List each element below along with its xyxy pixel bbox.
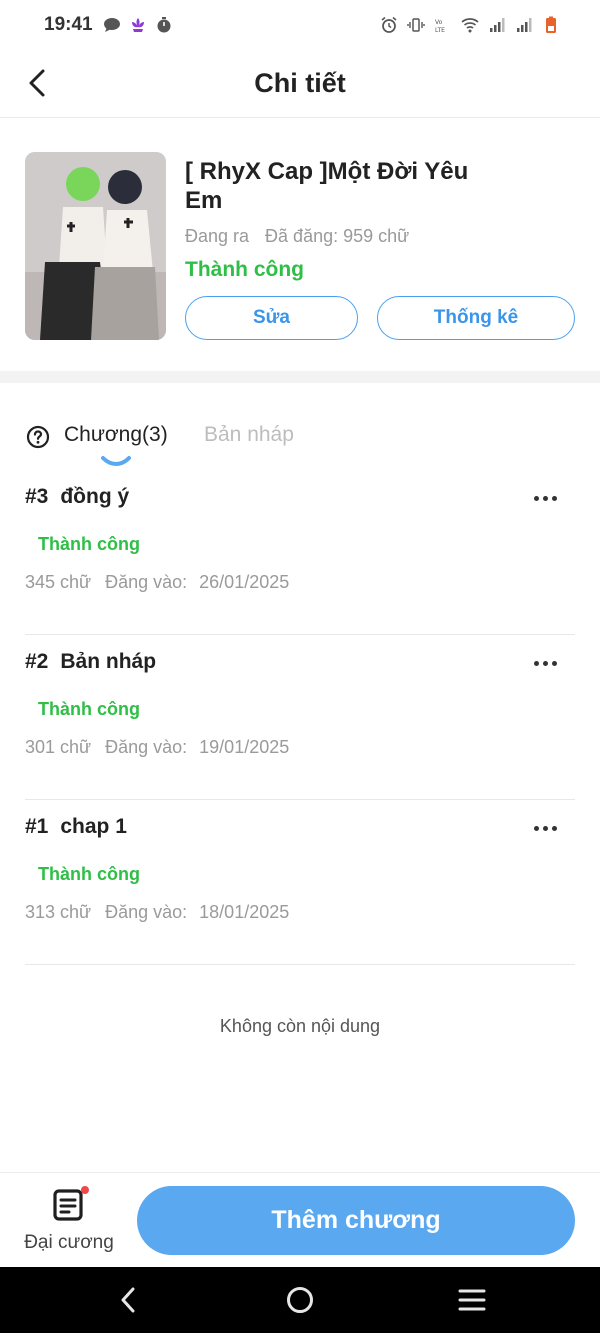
add-chapter-button[interactable]: Thêm chương xyxy=(137,1186,575,1255)
nav-home-icon xyxy=(287,1287,313,1313)
stats-button[interactable]: Thống kê xyxy=(377,296,575,340)
outline-label: Đại cương xyxy=(24,1232,114,1253)
cover-image xyxy=(25,152,166,340)
posted-label: Đăng vào: xyxy=(105,572,188,592)
end-of-list-text: Không còn nội dung xyxy=(219,1016,381,1036)
lotus-icon xyxy=(131,18,144,32)
app-header: Chi tiết xyxy=(0,50,600,118)
signal-icon xyxy=(490,18,505,32)
chapter-number: #3 xyxy=(25,485,49,508)
dot-icon xyxy=(542,825,548,831)
alarm-icon xyxy=(381,16,397,33)
dot-icon xyxy=(533,660,539,666)
chapter-date: 18/01/2025 xyxy=(199,902,290,922)
status-time: 19:41 xyxy=(44,14,93,35)
chapter-status: Thành công xyxy=(38,864,140,884)
more-options-button[interactable] xyxy=(531,653,559,673)
tabs: Chương(3) Bản nháp xyxy=(0,383,600,473)
battery-icon xyxy=(546,16,556,33)
chapter-meta: 313 chữ Đăng vào: 18/01/2025 xyxy=(25,902,289,923)
posted-label: Đăng vào: xyxy=(105,737,188,757)
chapter-number: #2 xyxy=(25,650,49,673)
dot-icon xyxy=(542,495,548,501)
chapter-words: 301 chữ xyxy=(25,737,92,757)
outline-button[interactable]: Đại cương xyxy=(20,1185,120,1260)
publish-state: Đang ra xyxy=(185,226,250,246)
chapter-title: #3 đồng ý xyxy=(25,485,129,509)
book-cover[interactable] xyxy=(25,152,166,340)
nav-recents-button[interactable] xyxy=(452,1282,492,1318)
dot-icon xyxy=(551,660,557,666)
nav-back-button[interactable] xyxy=(108,1282,148,1318)
word-count: Đã đăng: 959 chữ xyxy=(265,226,410,246)
chapter-title: #1 chap 1 xyxy=(25,815,127,839)
svg-text:Vo: Vo xyxy=(435,19,443,26)
chapter-date: 19/01/2025 xyxy=(199,737,290,757)
dot-icon xyxy=(551,825,557,831)
status-right: Vo LTE xyxy=(380,16,560,34)
book-status: Thành công xyxy=(185,258,304,281)
book-title: [ RhyX Cap ]Một Đời Yêu Em xyxy=(185,158,469,214)
chapter-name: chap 1 xyxy=(60,815,127,838)
chapter-number: #1 xyxy=(25,815,49,838)
chapter-words: 345 chữ xyxy=(25,572,92,592)
dot-icon xyxy=(542,660,548,666)
chapter-status: Thành công xyxy=(38,534,140,554)
chapter-date: 26/01/2025 xyxy=(199,572,290,592)
nav-home-button[interactable] xyxy=(280,1282,320,1318)
chapter-name: đồng ý xyxy=(60,485,130,508)
edit-button[interactable]: Sửa xyxy=(185,296,358,340)
chapter-name: Bản nháp xyxy=(60,650,157,673)
more-options-button[interactable] xyxy=(531,818,559,838)
book-meta: Đang ra Đã đăng: 959 chữ xyxy=(185,226,409,247)
chapter-status: Thành công xyxy=(38,699,140,719)
status-bar: 19:41 Vo LTE xyxy=(0,0,600,50)
help-icon[interactable] xyxy=(26,425,50,449)
tab-drafts[interactable]: Bản nháp xyxy=(204,423,294,447)
chapter-meta: 345 chữ Đăng vào: 26/01/2025 xyxy=(25,572,289,593)
signal-icon-2 xyxy=(517,18,532,32)
chapter-words: 313 chữ xyxy=(25,902,92,922)
notification-dot xyxy=(81,1186,89,1194)
chapter-item[interactable]: #2 Bản nháp Thành công 301 chữ Đăng vào:… xyxy=(25,635,575,800)
status-left: 19:41 xyxy=(44,14,173,36)
chat-icon xyxy=(103,18,120,32)
vibrate-icon xyxy=(407,18,425,32)
menu-icon xyxy=(458,1289,486,1311)
wifi-icon xyxy=(461,18,479,33)
volte-icon: VoLTE xyxy=(435,19,445,34)
nav-back-icon xyxy=(121,1287,135,1313)
chapter-item[interactable]: #3 đồng ý Thành công 345 chữ Đăng vào: 2… xyxy=(25,470,575,635)
tab-chapters[interactable]: Chương(3) xyxy=(64,423,168,447)
system-nav-bar xyxy=(0,1267,600,1333)
chapter-title: #2 Bản nháp xyxy=(25,650,156,674)
section-divider xyxy=(0,371,600,383)
timer-icon xyxy=(157,17,171,33)
bottom-bar: Đại cương Thêm chương xyxy=(0,1172,600,1267)
dot-icon xyxy=(533,495,539,501)
book-info: [ RhyX Cap ]Một Đời Yêu Em Đang ra Đã đă… xyxy=(0,119,600,371)
chapter-meta: 301 chữ Đăng vào: 19/01/2025 xyxy=(25,737,289,758)
posted-label: Đăng vào: xyxy=(105,902,188,922)
status-icons-left xyxy=(103,16,173,34)
tab-indicator xyxy=(101,456,131,466)
dot-icon xyxy=(551,495,557,501)
svg-text:LTE: LTE xyxy=(435,27,445,34)
page-title: Chi tiết xyxy=(254,68,346,98)
more-options-button[interactable] xyxy=(531,488,559,508)
dot-icon xyxy=(533,825,539,831)
chapter-item[interactable]: #1 chap 1 Thành công 313 chữ Đăng vào: 1… xyxy=(25,800,575,965)
